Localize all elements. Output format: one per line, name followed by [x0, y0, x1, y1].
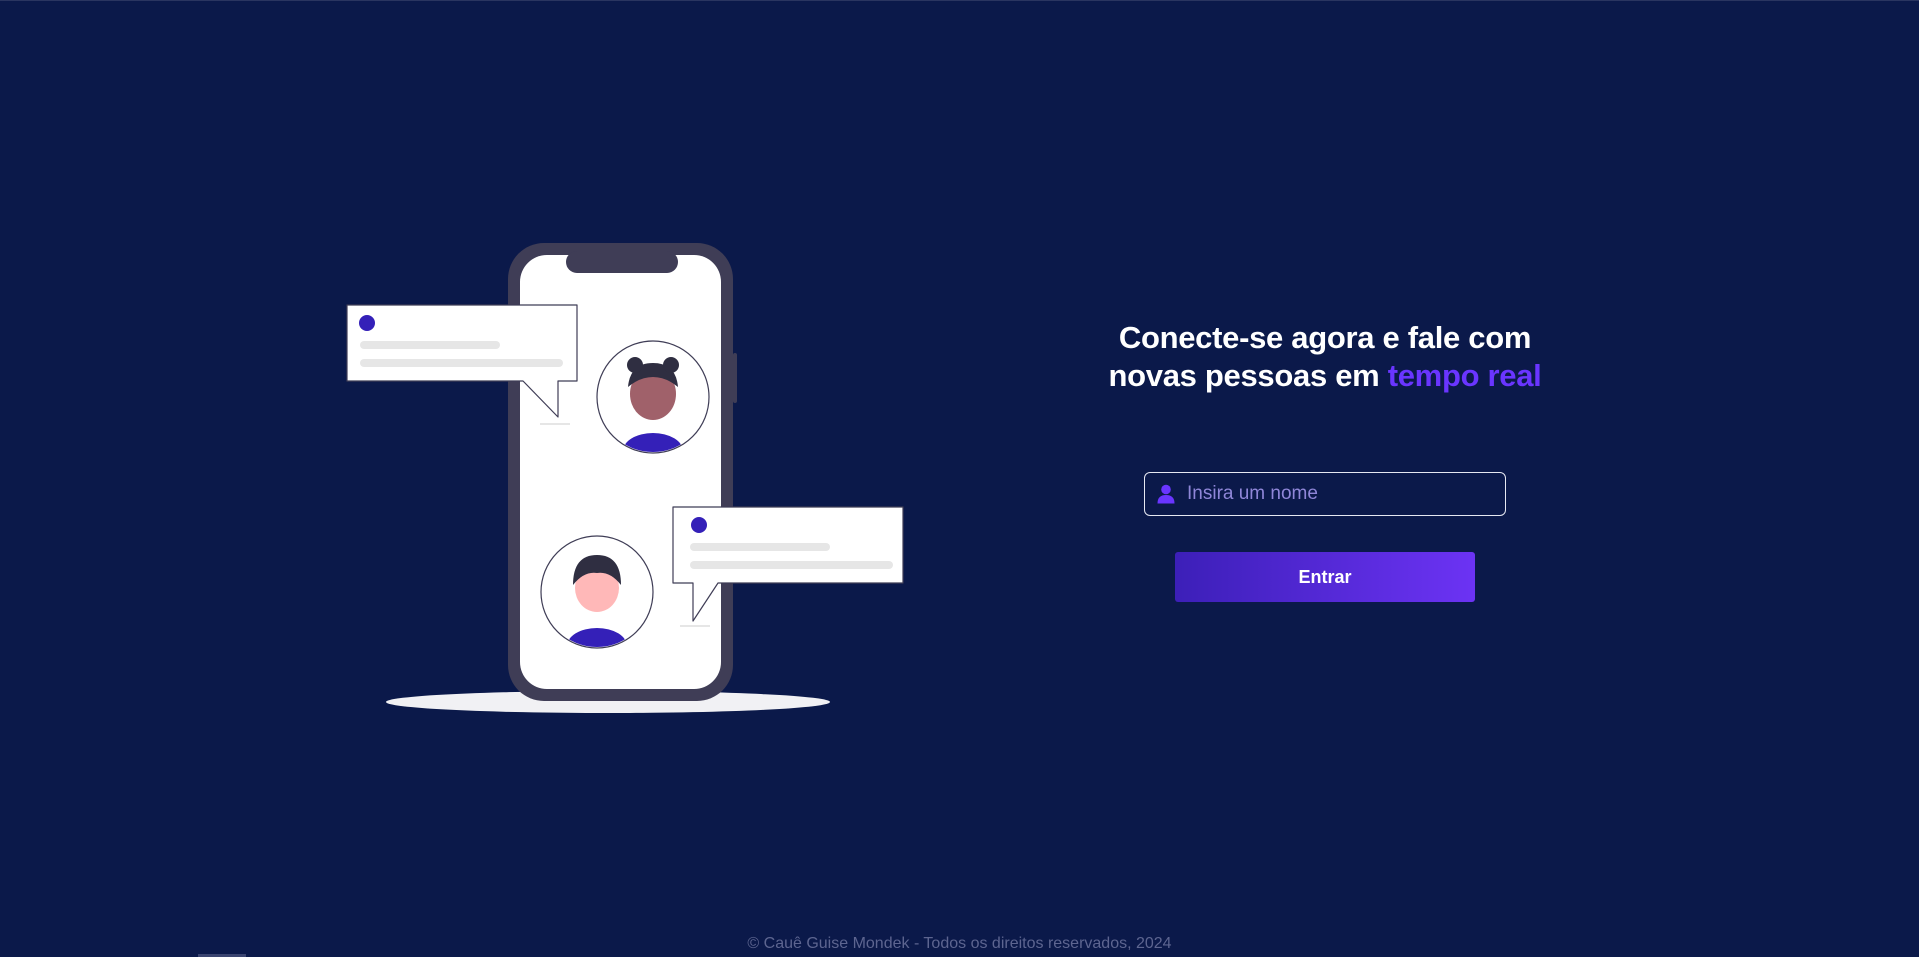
name-field[interactable]	[1144, 472, 1506, 516]
user-icon	[1155, 483, 1177, 505]
enter-button[interactable]: Entrar	[1175, 552, 1475, 602]
login-page: Conecte-se agora e fale com novas pessoa…	[0, 0, 1919, 957]
chat-phone-illustration	[346, 243, 904, 713]
footer-copyright: © Cauê Guise Mondek - Todos os direitos …	[747, 935, 1172, 952]
headline-accent: tempo real	[1387, 358, 1542, 393]
headline-line-1: Conecte-se agora e fale com	[1118, 320, 1532, 355]
hero-headline: Conecte-se agora e fale com novas pessoa…	[1040, 319, 1610, 395]
name-input[interactable]	[1187, 473, 1505, 515]
headline-line-2: novas pessoas em	[1108, 358, 1388, 393]
